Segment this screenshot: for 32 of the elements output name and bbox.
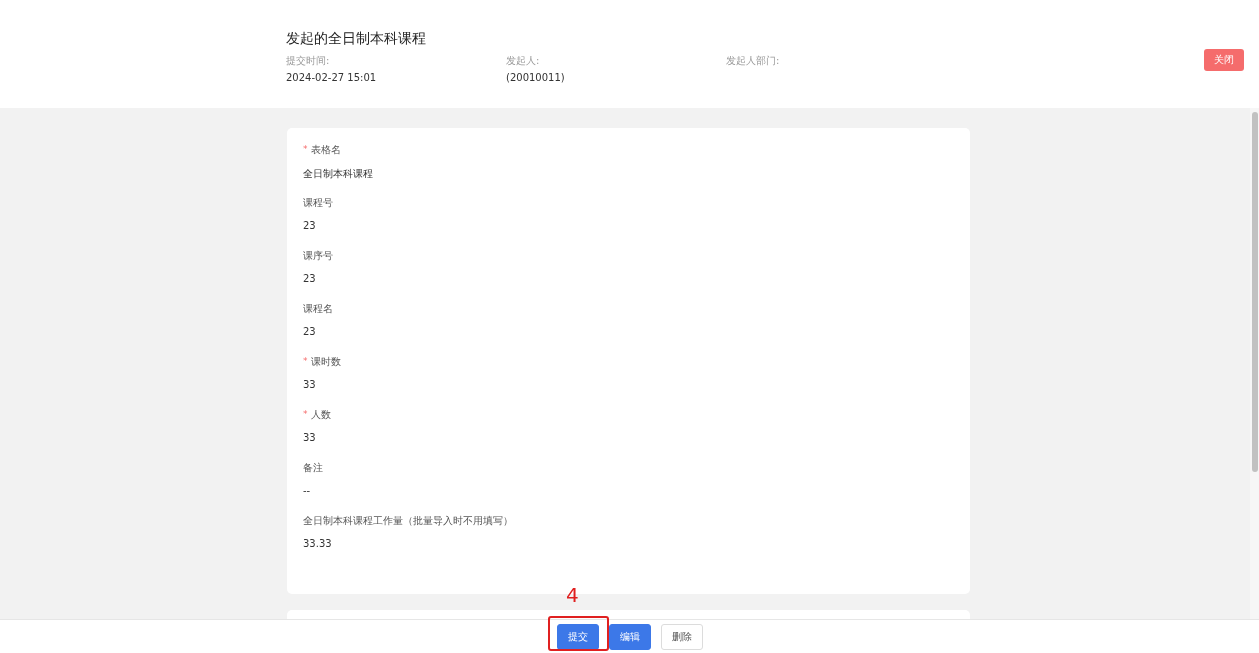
- field-label: 课程号: [303, 197, 333, 210]
- field-value: 33: [303, 379, 317, 390]
- page-title: 发起的全日制本科课程: [286, 30, 427, 48]
- field-value: 23: [303, 326, 317, 337]
- action-button[interactable]: 提交: [556, 623, 599, 650]
- meta-value: 2024-02-27 15:01: [286, 72, 378, 84]
- action-button[interactable]: 编辑: [608, 623, 651, 650]
- meta-label: 发起人部门:: [726, 54, 781, 68]
- field-value: --: [303, 485, 312, 496]
- required-mark: *: [303, 144, 308, 156]
- meta-label: 提交时间:: [286, 54, 331, 68]
- field-label: 课程名: [303, 303, 333, 316]
- close-button[interactable]: 关闭: [1204, 49, 1244, 71]
- meta-label: 发起人:: [506, 54, 541, 68]
- highlight-frame: [548, 616, 609, 651]
- action-button[interactable]: 删除: [660, 623, 703, 650]
- required-mark: *: [303, 409, 308, 421]
- required-mark: *: [303, 356, 308, 368]
- field-label: 课序号: [303, 250, 333, 263]
- field-label: 课时数: [310, 356, 341, 369]
- field-value: 33: [303, 432, 317, 443]
- field-value: 33.33: [303, 538, 333, 549]
- field-label: 备注: [303, 462, 323, 475]
- field-label: 全日制本科课程工作量（批量导入时不用填写）: [303, 515, 513, 528]
- field-value: 全日制本科课程: [303, 167, 374, 181]
- field-value: 23: [303, 220, 317, 231]
- field-value: 23: [303, 273, 317, 284]
- annotation-number: 4: [566, 583, 579, 607]
- field-label: 人数: [310, 409, 331, 422]
- field-label: 表格名: [310, 144, 341, 157]
- meta-value: (20010011): [506, 72, 566, 84]
- scrollbar[interactable]: [1250, 108, 1259, 619]
